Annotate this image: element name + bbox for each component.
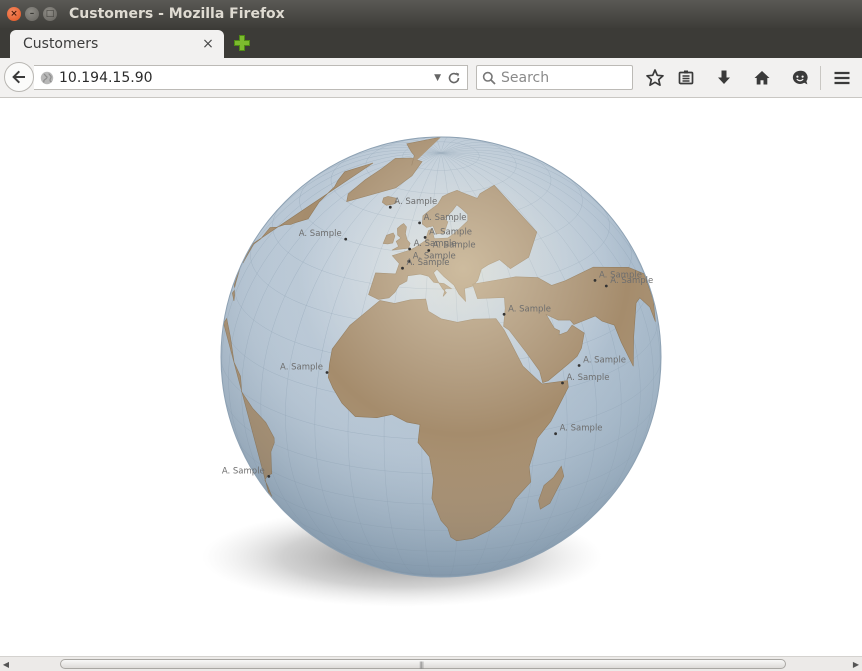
page-content: A. Sample A. Sample A. Sample A. Sample A. S…	[0, 99, 862, 656]
url-dropdown-icon[interactable]: ▼	[434, 73, 441, 83]
bookmark-star-icon	[646, 69, 664, 87]
marker-label: A. Sample	[560, 424, 603, 434]
customer-marker[interactable]: A. Sample	[388, 197, 437, 209]
customer-marker[interactable]: A. Sample	[427, 241, 476, 252]
home-icon	[754, 71, 770, 85]
marker-dot[interactable]	[388, 205, 392, 209]
window-titlebar[interactable]: × – □ Customers - Mozilla Firefox	[0, 0, 862, 28]
marker-label: A. Sample	[610, 276, 653, 286]
marker-dot[interactable]	[554, 432, 557, 436]
customer-marker[interactable]: A. Sample	[222, 466, 271, 478]
toolbar-separator	[820, 66, 821, 90]
url-text[interactable]: 10.194.15.90	[59, 70, 434, 86]
marker-label: A. Sample	[583, 356, 626, 366]
customer-marker[interactable]: A. Sample	[299, 229, 348, 241]
scroll-right-arrow[interactable]: ▶	[851, 659, 861, 669]
customer-globe-map[interactable]: A. Sample A. Sample A. Sample A. Sample A. S…	[0, 99, 862, 656]
tab-close-button[interactable]: ×	[200, 36, 216, 52]
marker-label: A. Sample	[407, 258, 450, 268]
hamburger-menu-icon	[834, 71, 850, 85]
marker-label: A. Sample	[424, 213, 467, 223]
download-icon	[718, 70, 730, 84]
marker-dot[interactable]	[561, 381, 564, 385]
globe-icon	[40, 71, 54, 84]
home-button[interactable]	[750, 66, 774, 90]
marker-label: A. Sample	[567, 373, 610, 383]
search-input[interactable]	[501, 69, 631, 86]
marker-label: A. Sample	[508, 304, 551, 314]
navigation-toolbar: 10.194.15.90 ▼	[0, 58, 862, 98]
customer-marker[interactable]: A. Sample	[604, 276, 653, 288]
bookmark-button[interactable]	[643, 66, 667, 90]
window-close-button[interactable]: ×	[7, 7, 21, 21]
window-controls: × – □	[7, 7, 57, 21]
search-icon	[482, 71, 496, 85]
new-tab-button[interactable]	[232, 33, 252, 53]
marker-dot[interactable]	[325, 371, 329, 374]
customer-marker[interactable]: A. Sample	[423, 227, 472, 239]
reload-icon[interactable]	[447, 71, 461, 85]
marker-dot[interactable]	[401, 266, 404, 270]
smiley-icon	[792, 70, 808, 85]
marker-dot[interactable]	[502, 312, 506, 316]
customer-marker[interactable]: A. Sample	[554, 424, 603, 436]
customer-marker[interactable]: A. Sample	[401, 258, 450, 270]
reading-list-icon	[678, 70, 694, 85]
marker-dot[interactable]	[604, 284, 608, 288]
plus-icon	[234, 35, 250, 51]
marker-label: A. Sample	[394, 197, 437, 207]
url-bar[interactable]: 10.194.15.90 ▼	[34, 65, 468, 90]
marker-dot[interactable]	[408, 247, 411, 251]
downloads-button[interactable]	[712, 66, 736, 90]
customer-marker[interactable]: A. Sample	[418, 213, 467, 225]
marker-label: A. Sample	[429, 227, 472, 237]
customer-marker[interactable]: A. Sample	[577, 356, 626, 367]
scrollbar-thumb[interactable]: |||	[60, 659, 786, 669]
scrollbar-grip: |||	[419, 661, 424, 669]
back-arrow-icon	[12, 70, 25, 84]
marker-label: A. Sample	[299, 229, 342, 239]
tab-label: Customers	[23, 36, 99, 52]
horizontal-scrollbar[interactable]: ◀ ||| ▶	[0, 656, 862, 671]
tab-customers[interactable]: Customers ×	[10, 30, 224, 58]
marker-dot[interactable]	[418, 221, 421, 225]
marker-label: A. Sample	[222, 466, 265, 476]
marker-label: A. Sample	[280, 363, 323, 373]
menu-button[interactable]	[830, 66, 854, 90]
marker-dot[interactable]	[344, 237, 348, 241]
window-title: Customers - Mozilla Firefox	[69, 6, 285, 22]
marker-dot[interactable]	[593, 279, 597, 282]
scroll-left-arrow[interactable]: ◀	[1, 659, 11, 669]
reading-list-button[interactable]	[674, 66, 698, 90]
customer-marker[interactable]: A. Sample	[502, 304, 551, 316]
customer-marker[interactable]: A. Sample	[561, 373, 610, 385]
tab-strip: Customers ×	[0, 28, 862, 58]
window-maximize-button[interactable]: □	[43, 7, 57, 21]
search-bar[interactable]	[476, 65, 633, 90]
back-button[interactable]	[4, 62, 34, 92]
hello-button[interactable]	[788, 66, 812, 90]
marker-dot[interactable]	[267, 475, 271, 478]
customer-marker[interactable]: A. Sample	[280, 363, 329, 374]
window-minimize-button[interactable]: –	[25, 7, 39, 21]
marker-dot[interactable]	[577, 364, 581, 367]
marker-label: A. Sample	[433, 241, 476, 251]
